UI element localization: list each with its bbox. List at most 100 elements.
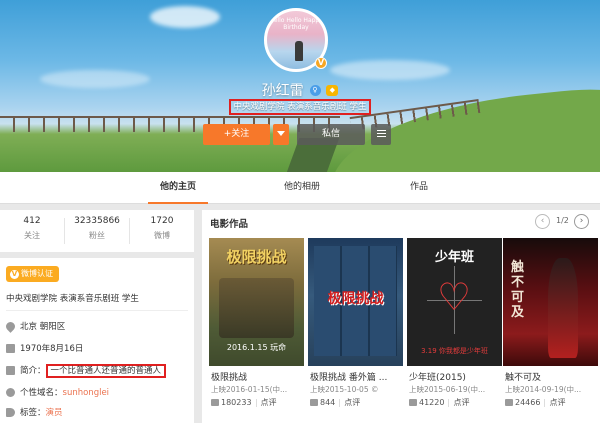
female-icon: ♀ (309, 84, 321, 96)
movie-release-date: 上映2016-01-15(中... (211, 385, 288, 394)
movie-actions: 180233 点评 (211, 397, 277, 408)
verified-badge-icon: V (315, 57, 327, 69)
profile-cover: Hello Hello Happy Birthday V 孙红雷 ♀ ◆ 中央戏… (0, 0, 600, 172)
domain-link[interactable]: sunhonglei (63, 388, 110, 398)
cloud (150, 6, 220, 28)
stat-value: 32335866 (74, 216, 120, 226)
poster-title: 触不可及 (511, 260, 525, 320)
certification-label: 微博认证 (21, 269, 53, 278)
movie-release-date: 上映2015-06-19(中... (409, 385, 486, 394)
like-count: 41220 (419, 398, 445, 407)
stat-weibo[interactable]: 1720 微博 (130, 216, 194, 241)
like-count: 24466 (515, 398, 541, 407)
tag-icon (6, 408, 15, 417)
poster-title: 少年班 (434, 250, 474, 265)
location-row: 北京 朝阳区 (4, 320, 66, 334)
poster-art (219, 278, 294, 338)
poster-title: 极限挑战 (327, 291, 384, 307)
review-link[interactable]: 点评 (453, 398, 469, 407)
review-link[interactable]: 点评 (549, 398, 565, 407)
stats-panel: 412 关注 32335866 粉丝 1720 微博 (0, 210, 194, 252)
thumbs-up-icon[interactable] (310, 399, 318, 406)
stat-followers[interactable]: 32335866 粉丝 (65, 216, 129, 241)
message-button[interactable]: 私信 (297, 124, 365, 145)
location-value: 北京 朝阳区 (20, 322, 66, 332)
movie-poster[interactable]: 极限挑战 (308, 238, 403, 366)
stat-label: 微博 (154, 231, 170, 240)
intro-row: 简介： 一个比普通人还普通的普通人 (6, 364, 167, 378)
movie-poster[interactable]: 极限挑战 2016.1.15 玩命 (209, 238, 304, 366)
menu-icon (376, 130, 386, 137)
follow-dropdown-button[interactable] (273, 124, 289, 145)
movie-title[interactable]: 触不可及 (505, 370, 541, 383)
stat-value: 1720 (150, 216, 174, 226)
name-row: 孙红雷 ♀ ◆ (0, 80, 600, 100)
certification-badge[interactable]: V 微博认证 (6, 266, 59, 282)
stat-following[interactable]: 412 关注 (0, 216, 64, 241)
birthday-cake-icon (6, 344, 15, 353)
location-pin-icon (4, 320, 17, 333)
poster-subtitle: 2016.1.15 玩命 (226, 343, 287, 352)
divider (339, 398, 341, 407)
movie-title[interactable]: 少年班(2015) (409, 370, 466, 383)
member-level-icon[interactable]: ◆ (326, 84, 339, 96)
fence (0, 116, 340, 132)
thumbs-up-icon[interactable] (211, 399, 219, 406)
birthday-value: 1970年8月16日 (20, 344, 84, 354)
profile-bio: 中央戏剧学院 表演系音乐剧班 学生 (229, 99, 371, 115)
tag-row: 标签：演员 (6, 406, 63, 420)
cloud (330, 60, 450, 80)
next-page-button[interactable]: › (574, 214, 589, 229)
movie-release-date: 上映2014-09-19(中... (505, 385, 582, 394)
movie-poster[interactable]: 少年班 ♡ 3.19 你我都是少年班 (407, 238, 502, 366)
thumbs-up-icon[interactable] (409, 399, 417, 406)
globe-icon (6, 388, 15, 397)
movie-actions: 24466 点评 (505, 397, 565, 408)
stat-label: 粉丝 (89, 231, 105, 240)
stat-label: 关注 (24, 231, 40, 240)
avatar-figure (295, 41, 303, 61)
poster-subtitle: 3.19 你我都是少年班 (421, 347, 488, 355)
caret-down-icon (277, 131, 285, 136)
birthday-row: 1970年8月16日 (6, 342, 83, 356)
domain-row: 个性域名：sunhonglei (6, 386, 109, 400)
intro-value: 一个比普通人还普通的普通人 (45, 364, 167, 378)
like-count: 180233 (221, 398, 252, 407)
review-link[interactable]: 点评 (261, 398, 277, 407)
avatar-caption: Hello Hello Happy Birthday (269, 17, 323, 31)
divider (448, 398, 450, 407)
stat-value: 412 (23, 216, 41, 226)
tag-link[interactable]: 演员 (46, 408, 63, 418)
profile-name: 孙红雷 (261, 83, 304, 99)
heart-icon: ♡ (437, 275, 472, 319)
intro-icon (6, 366, 15, 375)
more-menu-button[interactable] (371, 124, 391, 145)
movie-works-panel: 电影作品 ‹ 1/2 › 极限挑战 2016.1.15 玩命 极限挑战 上映20… (202, 210, 600, 423)
movie-title[interactable]: 极限挑战 番外篇 ... (310, 370, 387, 383)
tab-home[interactable]: 他的主页 (148, 172, 208, 204)
movie-title[interactable]: 极限挑战 (211, 370, 247, 383)
intro-label: 简介： (20, 366, 46, 376)
poster-title: 极限挑战 (226, 248, 287, 266)
thumbs-up-icon[interactable] (505, 399, 513, 406)
profile-tabs: 他的主页 他的相册 作品 (0, 172, 600, 204)
like-count: 844 (320, 398, 336, 407)
profile-info-panel: V 微博认证 中央戏剧学院 表演系音乐剧班 学生 北京 朝阳区 1970年8月16… (0, 258, 194, 423)
movie-actions: 844 点评 (310, 397, 360, 408)
divider (255, 398, 257, 407)
tab-album[interactable]: 他的相册 (272, 172, 332, 204)
review-link[interactable]: 点评 (344, 398, 360, 407)
poster-art (548, 258, 578, 358)
pager-indicator: 1/2 (556, 216, 569, 225)
verified-icon: V (10, 270, 19, 279)
tab-works[interactable]: 作品 (394, 172, 444, 204)
domain-label: 个性域名： (20, 388, 63, 398)
movie-poster[interactable]: 触不可及 (503, 238, 598, 366)
movie-actions: 41220 点评 (409, 397, 469, 408)
section-title: 电影作品 (210, 219, 249, 230)
movie-release-date: 上映2015-10-05 © (310, 385, 379, 394)
follow-button[interactable]: +关注 (203, 124, 270, 145)
tag-label: 标签： (20, 408, 46, 418)
prev-page-button[interactable]: ‹ (535, 214, 550, 229)
divider (6, 310, 188, 311)
